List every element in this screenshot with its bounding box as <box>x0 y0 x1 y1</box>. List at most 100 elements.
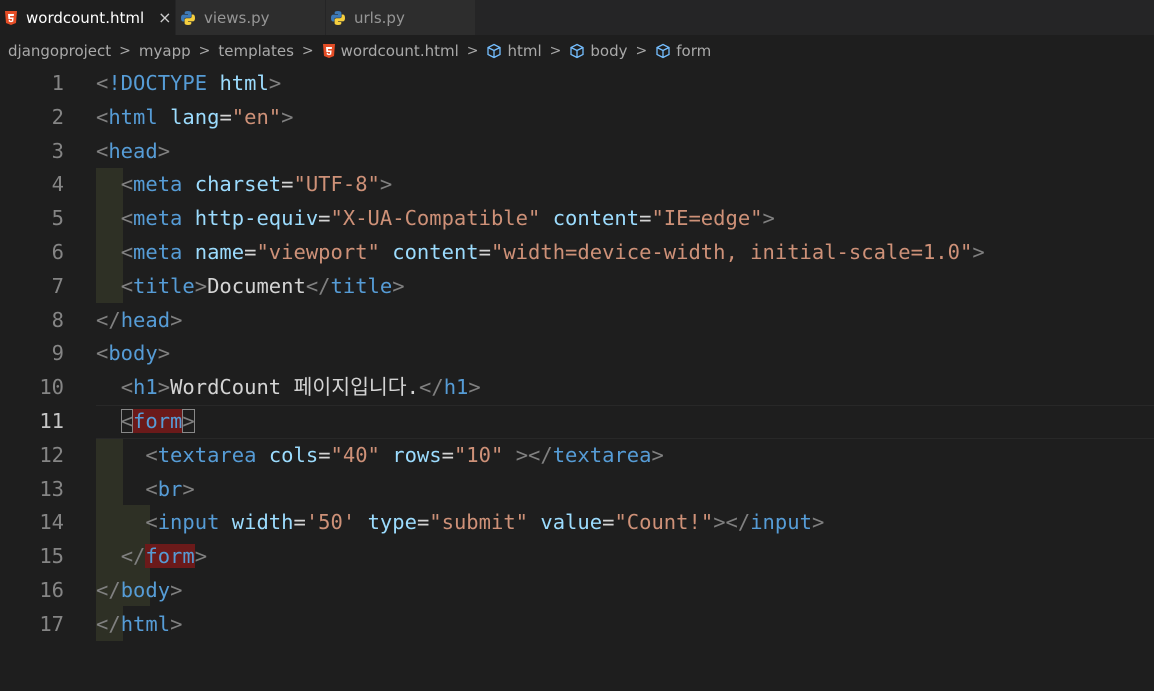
token: http-equiv <box>194 206 319 231</box>
token: input <box>157 510 220 535</box>
token: input <box>750 510 812 535</box>
close-icon[interactable]: × <box>158 8 171 27</box>
token: value <box>540 510 603 535</box>
cube-icon <box>655 43 671 59</box>
breadcrumb: djangoproject > myapp > templates > word… <box>0 35 1154 66</box>
line-number: 17 <box>39 611 64 636</box>
html5-icon <box>322 43 336 58</box>
line-number: 12 <box>39 442 64 467</box>
cube-icon <box>486 43 502 59</box>
line-number: 14 <box>39 510 64 535</box>
token: "IE=edge" <box>651 206 763 231</box>
chevron-right-icon: > <box>301 42 314 59</box>
code-line[interactable]: 2 <html lang="en"> <box>0 101 1154 135</box>
token: textarea <box>157 442 257 467</box>
breadcrumb-item[interactable]: body <box>569 42 628 60</box>
python-icon <box>330 10 346 26</box>
line-number: 3 <box>51 138 64 163</box>
code-line-current[interactable]: 11 <form> <box>0 404 1154 439</box>
python-icon <box>180 10 196 26</box>
code-line[interactable]: 9 <body> <box>0 337 1154 371</box>
tab-wordcount-html[interactable]: wordcount.html × <box>0 0 176 35</box>
token: br <box>157 476 183 501</box>
chevron-right-icon: > <box>119 42 131 59</box>
code-line[interactable]: 15 </form> <box>0 540 1154 574</box>
token: WordCount 페이지입니다. <box>170 375 419 400</box>
token: "viewport" <box>256 239 380 264</box>
breadcrumb-item[interactable]: myapp <box>139 42 191 60</box>
chevron-right-icon: > <box>635 42 648 59</box>
token: type <box>367 510 417 535</box>
tab-label: views.py <box>204 8 270 27</box>
breadcrumb-item[interactable]: djangoproject <box>8 42 111 60</box>
token: content <box>552 206 640 231</box>
token: head <box>108 138 158 163</box>
line-number: 1 <box>51 71 64 95</box>
token: head <box>120 307 171 332</box>
line-number: 5 <box>51 206 64 231</box>
tab-views-py[interactable]: views.py <box>176 0 326 35</box>
token: h1 <box>443 375 469 400</box>
token: html <box>219 71 269 95</box>
line-number: 7 <box>51 273 64 298</box>
token: "width=device-width, initial-scale=1.0" <box>490 239 973 264</box>
line-number: 10 <box>39 375 64 400</box>
code-line[interactable]: 16 </body> <box>0 574 1154 608</box>
html5-icon <box>4 10 18 25</box>
token: title <box>330 273 393 298</box>
line-number: 16 <box>39 577 64 602</box>
token: cols <box>268 442 319 467</box>
code-line[interactable]: 3 <head> <box>0 135 1154 169</box>
token: "10" <box>453 442 504 467</box>
tab-urls-py[interactable]: urls.py <box>326 0 476 35</box>
line-number: 2 <box>51 104 64 129</box>
breadcrumb-item[interactable]: wordcount.html <box>322 42 459 60</box>
line-number: 4 <box>51 172 64 197</box>
tab-label: wordcount.html <box>26 8 145 27</box>
token: charset <box>194 172 282 197</box>
code-line[interactable]: 1 <!DOCTYPE html> <box>0 67 1154 101</box>
line-number: 9 <box>51 341 64 366</box>
breadcrumb-item[interactable]: form <box>655 42 711 60</box>
code-line[interactable]: 7 <title>Document</title> <box>0 270 1154 304</box>
token: body <box>108 341 158 366</box>
token: html <box>108 104 158 129</box>
token: rows <box>392 442 442 467</box>
token: meta <box>133 206 183 231</box>
tab-label: urls.py <box>354 8 405 27</box>
code-editor[interactable]: 1 <!DOCTYPE html> 2 <html lang="en"> 3 <hea… <box>0 67 1154 642</box>
line-number: 8 <box>51 307 64 332</box>
token: Document <box>207 273 306 298</box>
code-line[interactable]: 4 <meta charset="UTF-8"> <box>0 168 1154 202</box>
code-line[interactable]: 5 <meta http-equiv="X-UA-Compatible" con… <box>0 202 1154 236</box>
token: body <box>120 577 171 602</box>
token: textarea <box>552 442 652 467</box>
code-line[interactable]: 8 </head> <box>0 304 1154 338</box>
token: "Count!" <box>614 510 714 535</box>
token: name <box>194 239 245 264</box>
breadcrumb-item[interactable]: templates <box>218 42 294 60</box>
chevron-right-icon: > <box>466 42 479 59</box>
code-line[interactable]: 17 </html> <box>0 608 1154 642</box>
code-line[interactable]: 6 <meta name="viewport" content="width=d… <box>0 236 1154 270</box>
token: form <box>145 544 195 569</box>
code-line[interactable]: 12 <textarea cols="40" rows="10" ></text… <box>0 439 1154 473</box>
token: content <box>392 239 479 264</box>
token: "en" <box>231 104 282 129</box>
line-number: 15 <box>39 544 64 569</box>
token: html <box>120 611 171 636</box>
code-line[interactable]: 10 <h1>WordCount 페이지입니다.</h1> <box>0 371 1154 405</box>
token: meta <box>133 172 183 197</box>
token: '50' <box>305 510 356 535</box>
token: "X-UA-Compatible" <box>330 206 541 231</box>
cube-icon <box>569 43 585 59</box>
breadcrumb-item[interactable]: html <box>486 42 542 60</box>
token: "40" <box>330 442 380 467</box>
line-number: 11 <box>39 408 64 433</box>
code-line[interactable]: 14 <input width='50' type="submit" value… <box>0 506 1154 540</box>
code-line[interactable]: 13 <br> <box>0 473 1154 507</box>
token: h1 <box>133 375 158 400</box>
token: width <box>231 510 294 535</box>
chevron-right-icon: > <box>549 42 562 59</box>
line-number: 13 <box>39 476 64 501</box>
